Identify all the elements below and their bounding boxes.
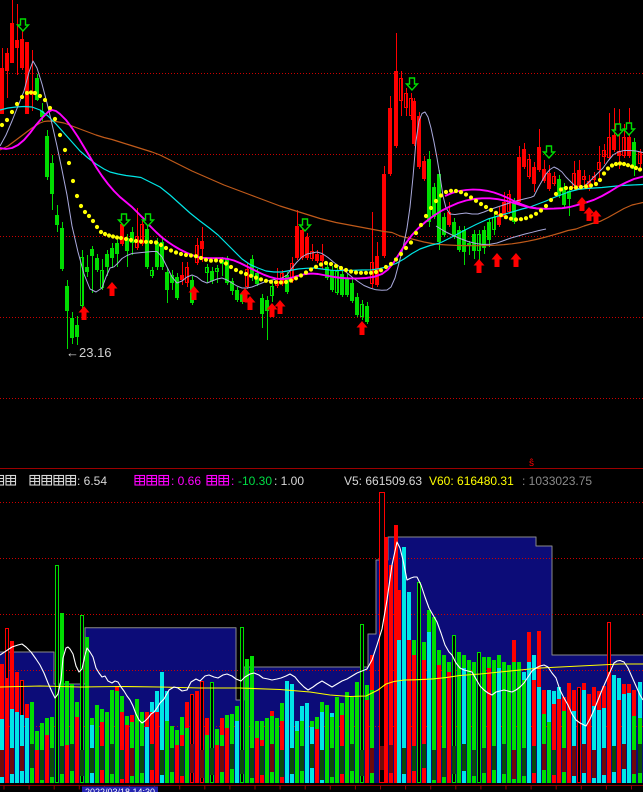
svg-text:-10.30: -10.30 xyxy=(238,474,272,488)
svg-text:ŝ: ŝ xyxy=(529,458,534,469)
svg-text:: 6.54: : 6.54 xyxy=(77,474,107,488)
svg-text::: : xyxy=(231,474,234,488)
svg-text:←23.16: ←23.16 xyxy=(66,345,112,360)
svg-text:2022/03/18 14:30: 2022/03/18 14:30 xyxy=(85,787,155,792)
svg-text:: 0.66: : 0.66 xyxy=(171,474,201,488)
svg-text:V5: 661509.63: V5: 661509.63 xyxy=(344,474,422,488)
svg-text:V60: 616480.31: V60: 616480.31 xyxy=(429,474,514,488)
svg-text:: 1033023.75: : 1033023.75 xyxy=(522,474,592,488)
svg-text:: 1.00: : 1.00 xyxy=(274,474,304,488)
